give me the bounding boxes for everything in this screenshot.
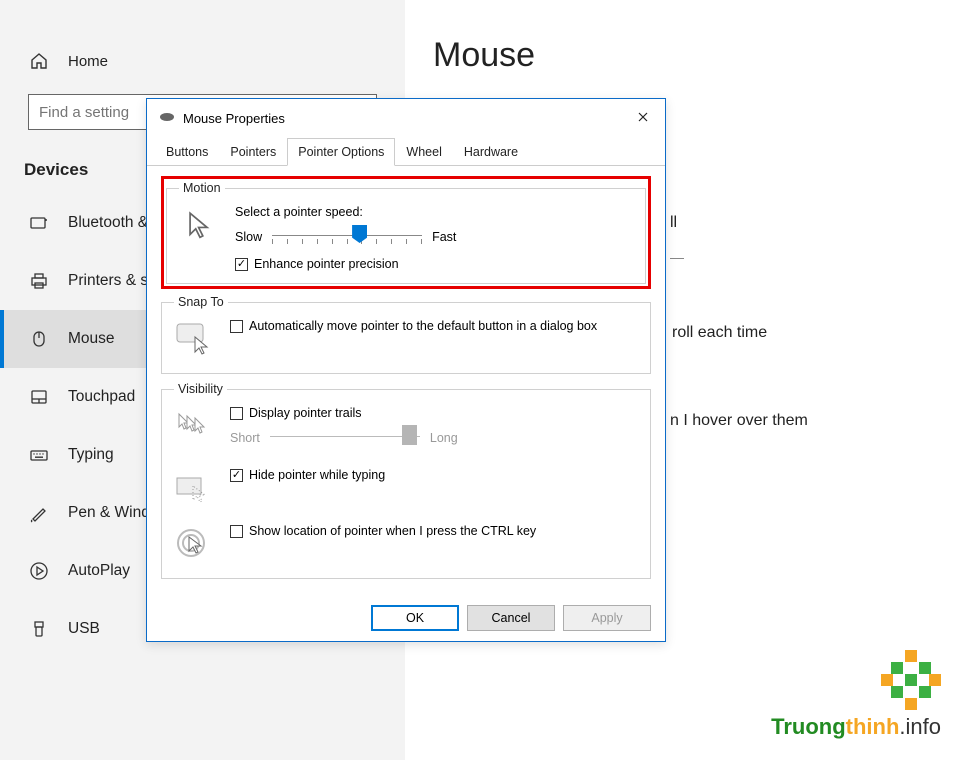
- enhance-precision-checkbox[interactable]: ✓ Enhance pointer precision: [235, 257, 633, 271]
- dialog-titlebar: Mouse Properties: [147, 99, 665, 137]
- sidebar-item-label: Typing: [68, 446, 114, 464]
- usb-icon: [28, 618, 50, 640]
- watermark-logo-icon: [881, 650, 941, 710]
- obscured-underline: [670, 258, 684, 259]
- dialog-title-text: Mouse Properties: [183, 111, 285, 126]
- hide-while-typing-checkbox[interactable]: ✓ Hide pointer while typing: [230, 468, 638, 482]
- watermark-text: Truongthinh.info: [771, 714, 941, 740]
- checkbox-icon: [230, 407, 243, 420]
- pointer-speed-label: Select a pointer speed:: [235, 205, 633, 219]
- slow-label: Slow: [235, 230, 262, 244]
- checkbox-label: Automatically move pointer to the defaul…: [249, 319, 597, 333]
- dialog-body: Motion Select a pointer speed: Slow: [147, 166, 665, 595]
- close-button[interactable]: [633, 110, 653, 127]
- checkbox-icon: ✓: [235, 258, 248, 271]
- page-title: Mouse: [433, 36, 933, 75]
- motion-legend: Motion: [179, 181, 225, 195]
- printer-icon: [28, 270, 50, 292]
- obscured-text: ll: [670, 210, 961, 236]
- bluetooth-icon: [28, 212, 50, 234]
- checkbox-icon: [230, 525, 243, 538]
- slider-thumb: [402, 425, 417, 445]
- snapto-icon: [174, 319, 216, 361]
- mouse-icon: [28, 328, 50, 350]
- cancel-button[interactable]: Cancel: [467, 605, 555, 631]
- tab-pointers[interactable]: Pointers: [219, 138, 287, 166]
- trails-length-slider: [270, 428, 420, 448]
- tab-wheel[interactable]: Wheel: [395, 138, 452, 166]
- checkbox-label: Display pointer trails: [249, 406, 362, 420]
- pointer-motion-icon: [179, 205, 221, 247]
- apply-button: Apply: [563, 605, 651, 631]
- sidebar-item-label: Mouse: [68, 330, 115, 348]
- snapto-legend: Snap To: [174, 295, 228, 309]
- sidebar-item-label: Touchpad: [68, 388, 135, 406]
- dialog-button-row: OK Cancel Apply: [147, 595, 665, 641]
- watermark: Truongthinh.info: [771, 650, 941, 740]
- fast-label: Fast: [432, 230, 456, 244]
- motion-highlight-border: Motion Select a pointer speed: Slow: [161, 176, 651, 289]
- checkbox-label: Show location of pointer when I press th…: [249, 524, 536, 538]
- nav-home-label: Home: [68, 53, 108, 70]
- pointer-trails-checkbox[interactable]: Display pointer trails: [230, 406, 638, 420]
- hide-typing-icon: [174, 468, 216, 510]
- snapto-checkbox[interactable]: Automatically move pointer to the defaul…: [230, 319, 638, 333]
- keyboard-icon: [28, 444, 50, 466]
- sidebar-item-label: USB: [68, 620, 100, 638]
- trails-icon: [174, 406, 216, 448]
- ctrl-locate-checkbox[interactable]: Show location of pointer when I press th…: [230, 524, 638, 538]
- mouse-properties-dialog: Mouse Properties Buttons Pointers Pointe…: [146, 98, 666, 642]
- nav-home[interactable]: Home: [0, 40, 405, 82]
- tab-buttons[interactable]: Buttons: [155, 138, 219, 166]
- dialog-tabs: Buttons Pointers Pointer Options Wheel H…: [147, 137, 665, 166]
- pointer-speed-slider[interactable]: [272, 227, 422, 247]
- tab-hardware[interactable]: Hardware: [453, 138, 529, 166]
- mouse-small-icon: [159, 111, 175, 126]
- ok-button[interactable]: OK: [371, 605, 459, 631]
- checkbox-icon: ✓: [230, 469, 243, 482]
- obscured-text: roll each time: [672, 320, 961, 346]
- visibility-legend: Visibility: [174, 382, 227, 396]
- checkbox-label: Hide pointer while typing: [249, 468, 385, 482]
- obscured-text: n I hover over them: [670, 408, 961, 434]
- pen-icon: [28, 502, 50, 524]
- touchpad-icon: [28, 386, 50, 408]
- short-label: Short: [230, 431, 260, 445]
- long-label: Long: [430, 431, 458, 445]
- tab-pointer-options[interactable]: Pointer Options: [287, 138, 395, 166]
- sidebar-item-label: AutoPlay: [68, 562, 130, 580]
- ctrl-locate-icon: [174, 524, 216, 566]
- checkbox-icon: [230, 320, 243, 333]
- home-icon: [28, 50, 50, 72]
- autoplay-icon: [28, 560, 50, 582]
- checkbox-label: Enhance pointer precision: [254, 257, 399, 271]
